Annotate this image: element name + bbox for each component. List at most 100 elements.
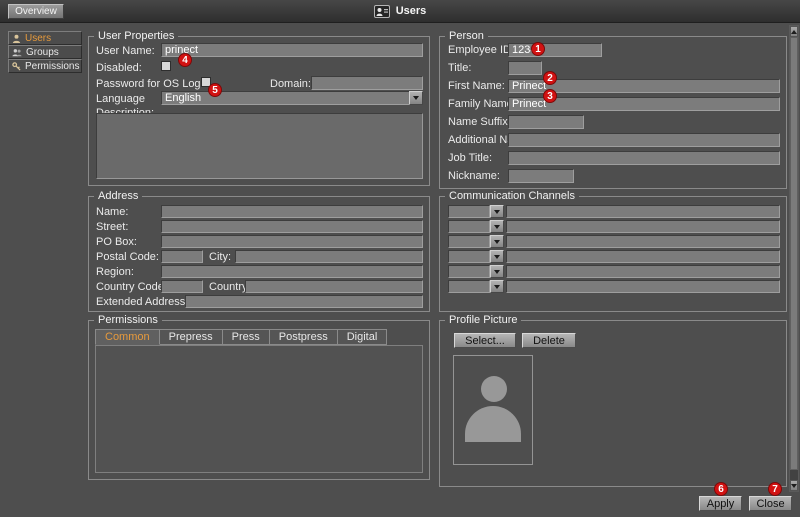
name-suffix-label: Name Suffix:	[448, 116, 511, 129]
address-panel: Address Name: Street: PO Box: Postal Cod…	[88, 196, 430, 312]
extended-address-label: Extended Address:	[96, 296, 188, 309]
channel-dropdown-arrow-icon[interactable]	[490, 265, 504, 278]
extended-address-input[interactable]	[185, 295, 423, 308]
domain-input[interactable]	[311, 76, 423, 90]
tab-postpress[interactable]: Postpress	[270, 329, 338, 345]
first-name-label: First Name:	[448, 80, 505, 93]
postal-code-input[interactable]	[161, 250, 203, 263]
city-input[interactable]	[235, 250, 423, 263]
nickname-input[interactable]	[508, 169, 574, 183]
panel-legend: Person	[445, 29, 488, 43]
channel-type-select[interactable]	[448, 235, 490, 248]
channel-value-input[interactable]	[506, 205, 780, 218]
channel-value-input[interactable]	[506, 220, 780, 233]
select-picture-button[interactable]: Select...	[454, 333, 516, 348]
street-input[interactable]	[161, 220, 423, 233]
panel-legend: Communication Channels	[445, 189, 579, 203]
vertical-scrollbar[interactable]	[789, 25, 799, 492]
channel-value-input[interactable]	[506, 235, 780, 248]
description-textarea[interactable]	[96, 113, 423, 179]
close-button[interactable]: Close	[749, 496, 792, 511]
family-name-label: Family Name:	[448, 98, 516, 111]
profile-picture-panel: Profile Picture Select... Delete	[439, 320, 787, 487]
postal-code-label: Postal Code:	[96, 251, 159, 264]
tab-digital[interactable]: Digital	[338, 329, 388, 345]
address-name-input[interactable]	[161, 205, 423, 218]
sidebar-item-users[interactable]: Users	[8, 31, 82, 45]
users-title-icon	[374, 5, 390, 18]
user-properties-panel: User Properties User Name: prinect Disab…	[88, 36, 430, 186]
country-input[interactable]	[245, 280, 423, 293]
po-box-label: PO Box:	[96, 236, 137, 249]
page-title: Users	[396, 5, 427, 17]
street-label: Street:	[96, 221, 128, 234]
scroll-up-button[interactable]	[790, 26, 798, 37]
sidebar-item-label: Groups	[26, 47, 59, 58]
annotation-badge-3: 3	[543, 89, 557, 103]
city-label: City:	[209, 251, 231, 264]
channel-type-select[interactable]	[448, 205, 490, 218]
scroll-down-button[interactable]	[790, 480, 798, 491]
country-code-label: Country Code:	[96, 281, 167, 294]
language-label: Language	[96, 93, 145, 106]
permissions-tab-content	[95, 345, 423, 473]
country-code-input[interactable]	[161, 280, 203, 293]
delete-picture-button[interactable]: Delete	[522, 333, 576, 348]
annotation-badge-1: 1	[531, 42, 545, 56]
nickname-label: Nickname:	[448, 170, 500, 183]
name-suffix-input[interactable]	[508, 115, 584, 129]
communication-channels-panel: Communication Channels	[439, 196, 787, 312]
title-input[interactable]	[508, 61, 542, 75]
tab-prepress[interactable]: Prepress	[160, 329, 223, 345]
panel-legend: Profile Picture	[445, 313, 521, 327]
silhouette-body	[465, 406, 521, 442]
tab-common[interactable]: Common	[95, 329, 160, 345]
sidebar-item-label: Permissions	[25, 61, 79, 72]
arrow-up-icon	[791, 30, 797, 34]
channel-dropdown-arrow-icon[interactable]	[490, 280, 504, 293]
person-panel: Person Employee ID 1234 Title: First Nam…	[439, 36, 787, 189]
channel-dropdown-arrow-icon[interactable]	[490, 235, 504, 248]
channel-value-input[interactable]	[506, 280, 780, 293]
channel-dropdown-arrow-icon[interactable]	[490, 250, 504, 263]
user-name-label: User Name:	[96, 45, 155, 58]
employee-id-input[interactable]: 1234	[508, 43, 602, 57]
po-box-input[interactable]	[161, 235, 423, 248]
overview-button[interactable]: Overview	[8, 4, 64, 19]
arrow-down-icon	[791, 484, 797, 488]
panel-legend: User Properties	[94, 29, 178, 43]
panel-legend: Address	[94, 189, 142, 203]
language-dropdown-arrow-icon[interactable]	[409, 91, 423, 105]
channel-dropdown-arrow-icon[interactable]	[490, 220, 504, 233]
region-input[interactable]	[161, 265, 423, 278]
language-select[interactable]: English	[161, 91, 423, 105]
employee-id-label: Employee ID	[448, 44, 511, 57]
address-name-label: Name:	[96, 206, 128, 219]
sidebar-item-permissions[interactable]: Permissions	[8, 59, 82, 73]
channel-dropdown-arrow-icon[interactable]	[490, 205, 504, 218]
channel-type-select[interactable]	[448, 265, 490, 278]
scrollbar-thumb[interactable]	[790, 37, 798, 470]
region-label: Region:	[96, 266, 134, 279]
annotation-badge-5: 5	[208, 83, 222, 97]
channel-type-select[interactable]	[448, 220, 490, 233]
user-name-input[interactable]: prinect	[161, 43, 423, 57]
annotation-badge-7: 7	[768, 482, 782, 496]
sidebar: Users Groups Permissions	[8, 31, 82, 73]
apply-button[interactable]: Apply	[699, 496, 742, 511]
annotation-badge-2: 2	[543, 71, 557, 85]
permissions-tabbar: Common Prepress Press Postpress Digital	[95, 329, 387, 345]
sidebar-item-groups[interactable]: Groups	[8, 45, 82, 59]
channel-value-input[interactable]	[506, 250, 780, 263]
silhouette-head	[481, 376, 507, 402]
domain-label: Domain:	[270, 78, 311, 91]
channel-value-input[interactable]	[506, 265, 780, 278]
channel-type-select[interactable]	[448, 250, 490, 263]
tab-press[interactable]: Press	[223, 329, 270, 345]
job-title-input[interactable]	[508, 151, 780, 165]
key-icon	[12, 62, 21, 71]
job-title-label: Job Title:	[448, 152, 492, 165]
disabled-checkbox[interactable]	[161, 61, 171, 71]
channel-type-select[interactable]	[448, 280, 490, 293]
additional-name-input[interactable]	[508, 133, 780, 147]
